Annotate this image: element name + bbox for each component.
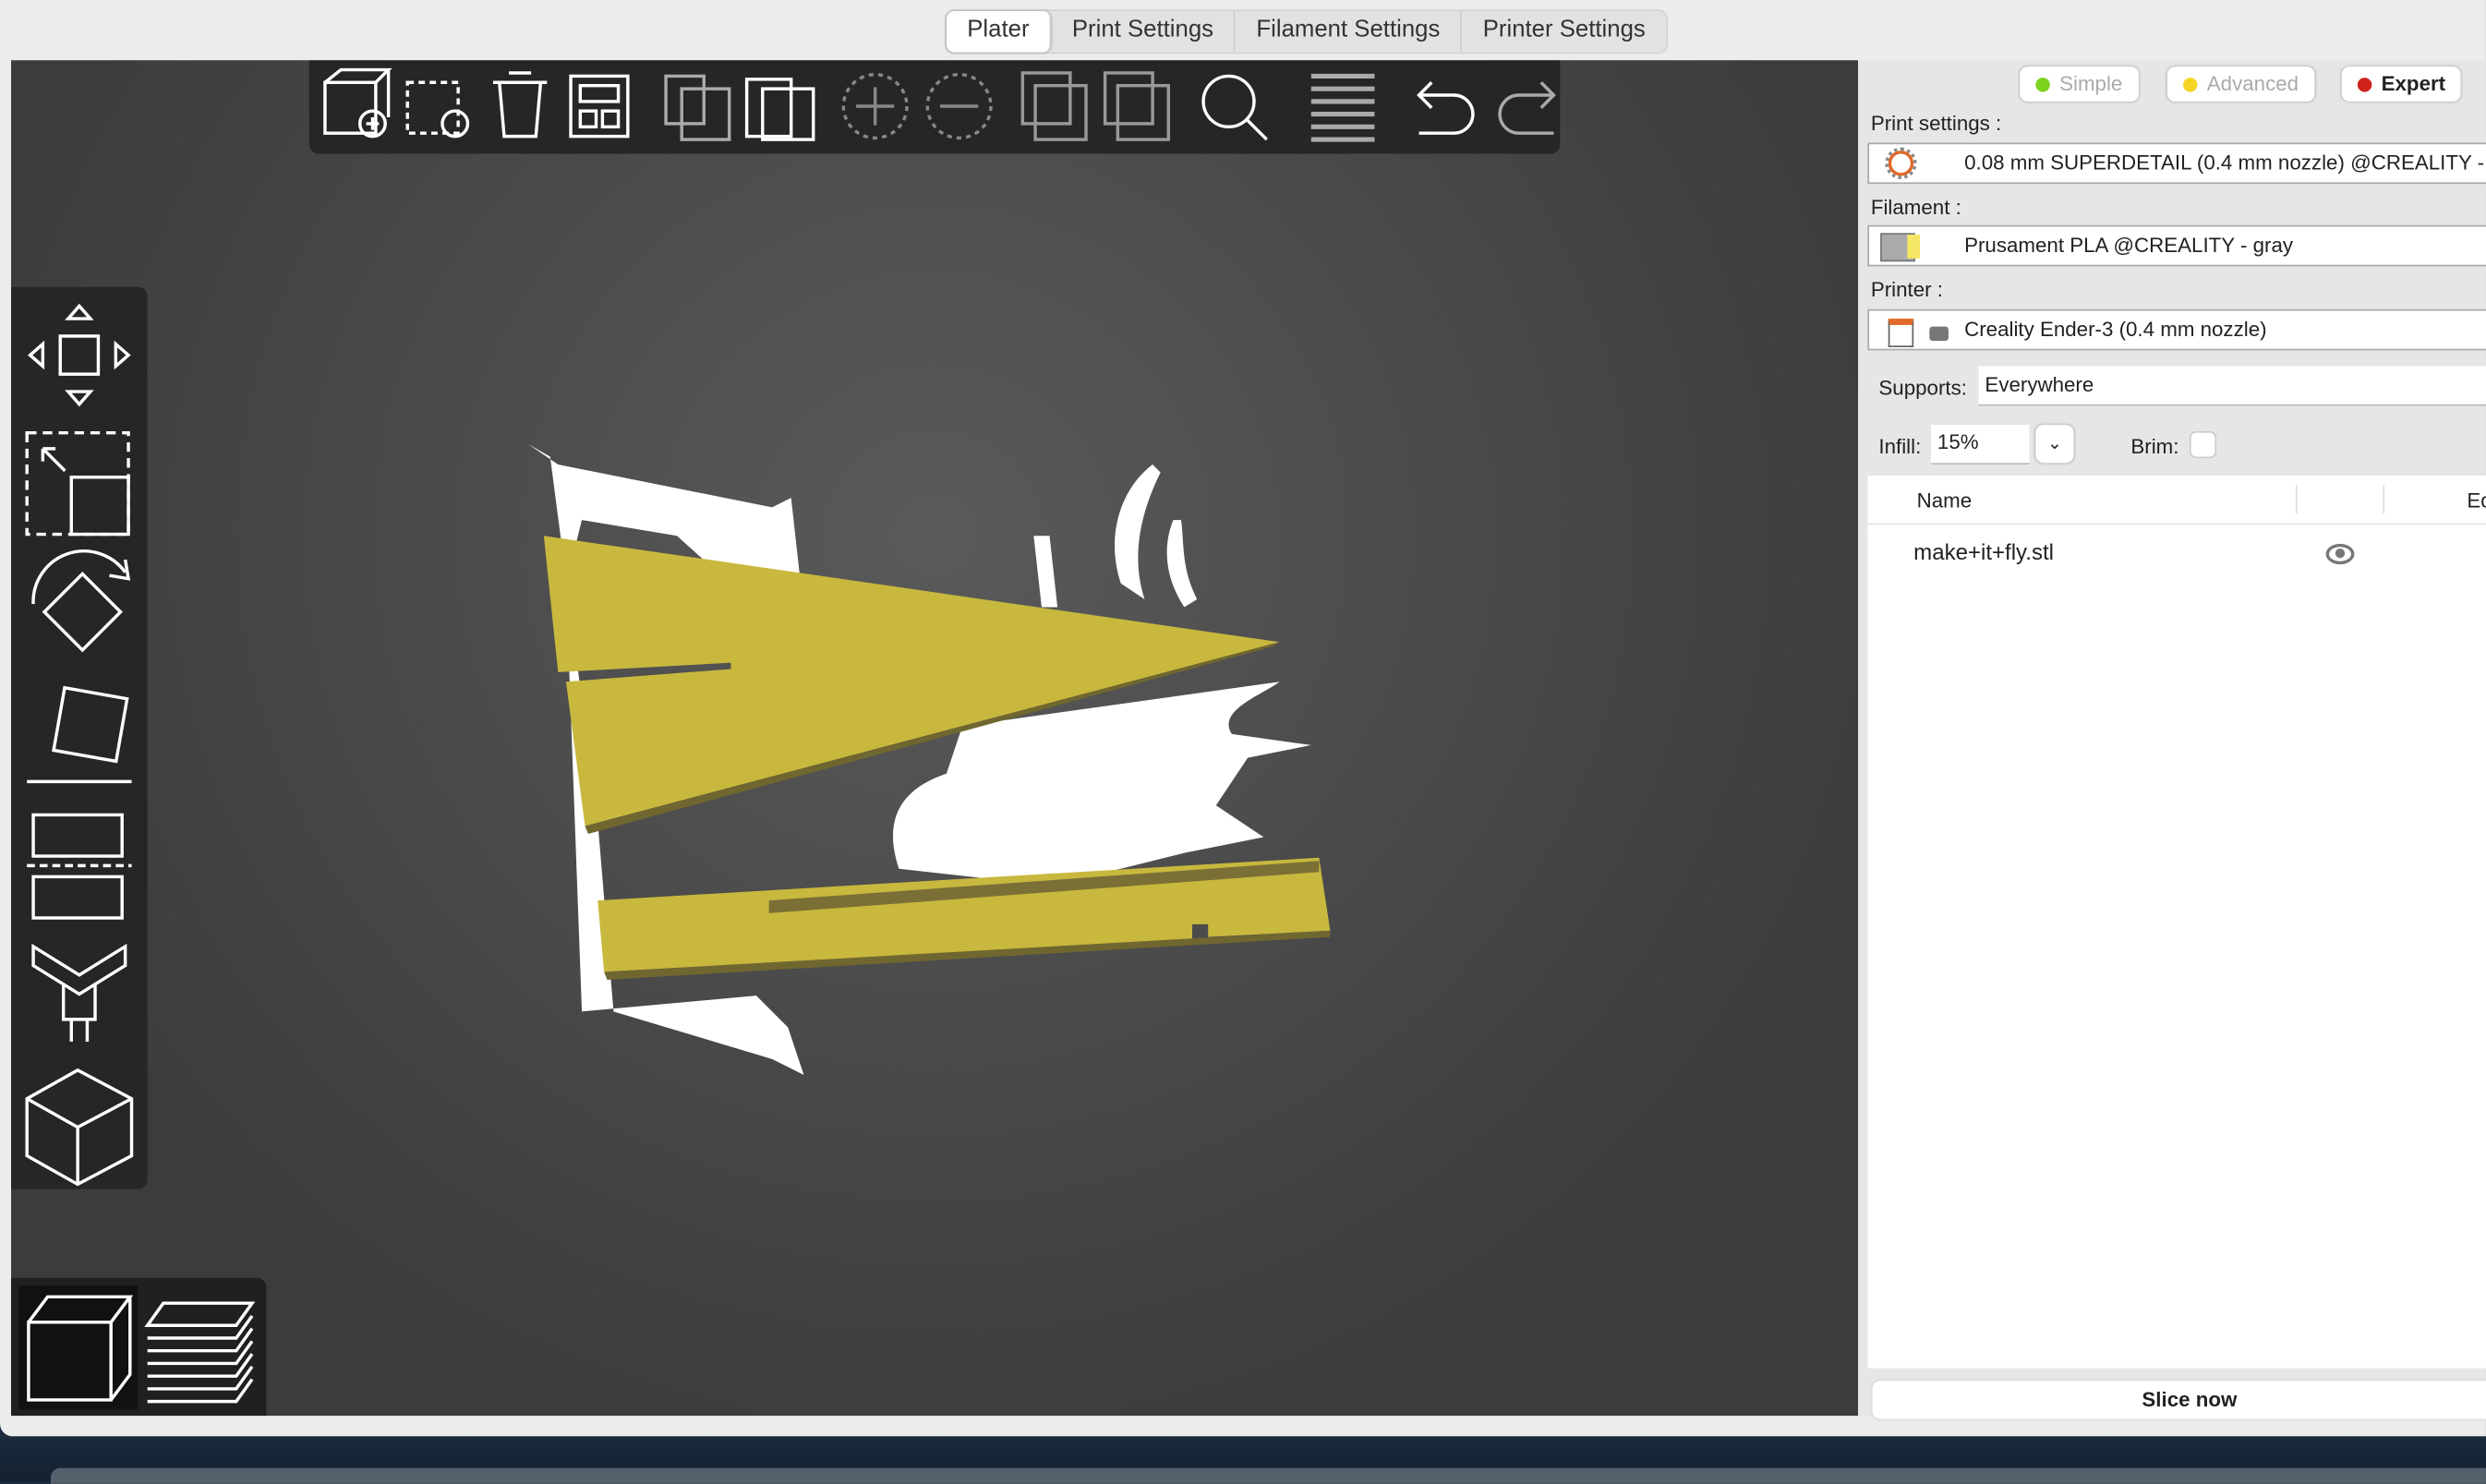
brim-label: Brim: <box>2130 434 2179 459</box>
expert-mode-icon <box>2357 77 2372 91</box>
gear-icon <box>1885 147 1917 179</box>
undo-icon[interactable] <box>1417 81 1475 135</box>
arrange-icon[interactable] <box>569 74 630 139</box>
delete-icon[interactable] <box>405 80 470 139</box>
eye-icon[interactable] <box>2325 543 2355 565</box>
supports-select[interactable]: Everywhere <box>1978 366 2486 406</box>
3d-viewport[interactable] <box>11 60 1859 1417</box>
supports-label: Supports: <box>1878 375 1967 400</box>
app-window: Plater Print Settings Filament Settings … <box>0 0 2486 1437</box>
object-list: Name Ed make+it+fly.stl <box>1867 476 2486 1369</box>
column-divider <box>2295 485 2298 514</box>
chevron-down-icon: ⌄ <box>2047 434 2062 454</box>
place-on-face-icon[interactable] <box>27 685 132 784</box>
advanced-mode-icon <box>2183 77 2198 91</box>
infill-dropdown-button[interactable]: ⌄ <box>2035 425 2074 464</box>
gizmo-toolbar <box>11 286 148 1189</box>
remove-instance-icon[interactable] <box>925 72 993 140</box>
simple-mode-icon <box>2035 77 2050 91</box>
sidebar: Simple Advanced Expert Print settings : … <box>1858 60 2486 1421</box>
infill-value: 15% <box>1937 429 1979 454</box>
object-name: make+it+fly.stl <box>1913 538 2055 565</box>
brim-checkbox[interactable] <box>2189 430 2217 459</box>
move-icon[interactable] <box>28 303 131 407</box>
tab-print-settings[interactable]: Print Settings <box>1052 11 1237 53</box>
object-row[interactable]: make+it+fly.stl <box>1867 536 2486 571</box>
print-settings-value: 0.08 mm SUPERDETAIL (0.4 mm nozzle) @CRE… <box>1964 151 2485 175</box>
infill-input[interactable]: 15% <box>1931 425 2030 465</box>
copy-icon[interactable] <box>664 74 731 141</box>
scale-icon[interactable] <box>25 430 130 537</box>
mode-expert-button[interactable]: Expert <box>2341 66 2462 102</box>
printer-value: Creality Ender-3 (0.4 mm nozzle) <box>1964 317 2267 342</box>
column-editing[interactable]: Ed <box>2467 489 2486 513</box>
seam-icon[interactable] <box>25 1068 134 1187</box>
printer-icon <box>1888 319 1914 347</box>
mode-label: Advanced <box>2206 71 2299 96</box>
print-settings-combo[interactable]: 0.08 mm SUPERDETAIL (0.4 mm nozzle) @CRE… <box>1867 142 2486 185</box>
filament-label: Filament : <box>1870 195 1961 219</box>
split-parts-icon[interactable] <box>1103 71 1170 141</box>
add-icon[interactable] <box>323 67 392 139</box>
top-toolbar <box>308 60 1561 154</box>
dock <box>50 1467 2486 1484</box>
print-settings-label: Print settings : <box>1870 111 2002 135</box>
tab-printer-settings[interactable]: Printer Settings <box>1462 11 1666 53</box>
redo-icon[interactable] <box>1498 81 1556 135</box>
mode-label: Expert <box>2381 71 2446 96</box>
filament-combo[interactable]: Prusament PLA @CREALITY - gray <box>1867 224 2486 267</box>
split-objects-icon[interactable] <box>1020 71 1088 141</box>
model-object[interactable] <box>11 60 1858 1416</box>
add-instance-icon[interactable] <box>841 72 909 140</box>
object-list-header: Name Ed <box>1867 476 2486 525</box>
preview-icon[interactable] <box>144 1301 256 1404</box>
filament-value: Prusament PLA @CREALITY - gray <box>1964 233 2294 258</box>
paste-icon[interactable] <box>744 78 815 141</box>
main-tabs: Plater Print Settings Filament Settings … <box>945 9 1668 54</box>
paint-supports-icon[interactable] <box>31 943 127 1042</box>
layers-editing-icon[interactable] <box>1310 73 1375 142</box>
mode-label: Simple <box>2059 71 2123 96</box>
column-divider <box>2383 485 2385 514</box>
infill-label: Infill: <box>1878 434 1922 459</box>
mode-simple-button[interactable]: Simple <box>2020 66 2139 102</box>
tab-plater[interactable]: Plater <box>946 11 1052 53</box>
tab-filament-settings[interactable]: Filament Settings <box>1236 11 1463 53</box>
search-icon[interactable] <box>1201 74 1268 141</box>
supports-value: Everywhere <box>1985 372 2094 397</box>
printer-label: Printer : <box>1870 277 1943 302</box>
mode-advanced-button[interactable]: Advanced <box>2166 66 2315 102</box>
delete-all-icon[interactable] <box>492 71 548 139</box>
cut-icon[interactable] <box>27 813 132 920</box>
column-name[interactable]: Name <box>1917 489 1973 513</box>
view-selector <box>11 1277 267 1417</box>
3d-view-icon[interactable] <box>18 1285 139 1410</box>
rotate-icon[interactable] <box>31 549 131 653</box>
lock-icon <box>1929 326 1949 342</box>
filament-color-icon <box>1907 235 1921 259</box>
printer-combo[interactable]: Creality Ender-3 (0.4 mm nozzle) <box>1867 308 2486 351</box>
slice-now-button[interactable]: Slice now <box>1870 1379 2486 1421</box>
